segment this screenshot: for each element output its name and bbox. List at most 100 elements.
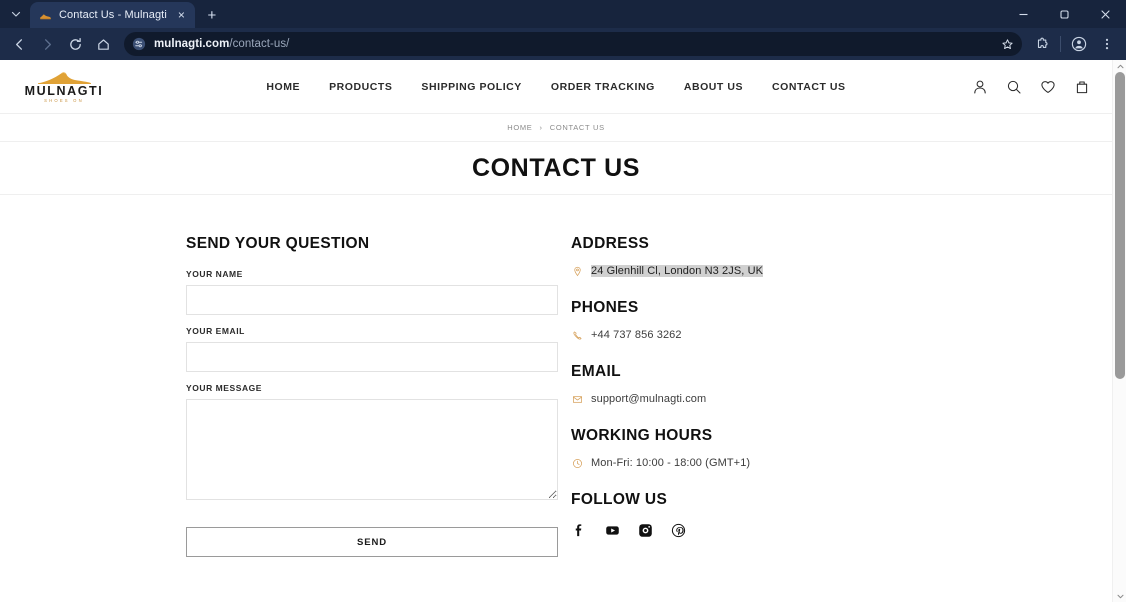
profile-button[interactable] (1066, 31, 1092, 57)
nav-item-products[interactable]: PRODUCTS (329, 81, 392, 93)
phone-icon (571, 329, 583, 341)
scroll-up-arrow[interactable] (1113, 60, 1126, 72)
new-tab-button[interactable]: + (200, 3, 224, 27)
browser-toolbar: mulnagti.com/contact-us/ (0, 28, 1126, 60)
nav-item-order-tracking[interactable]: ORDER TRACKING (551, 81, 655, 93)
home-button[interactable] (90, 31, 116, 57)
site-logo[interactable]: MULNAGTI SHOES ON (22, 70, 106, 103)
chevron-down-icon (11, 11, 21, 17)
address-bar[interactable]: mulnagti.com/contact-us/ (124, 32, 1022, 56)
browser-menu-button[interactable] (1094, 31, 1120, 57)
email-text[interactable]: support@mulnagti.com (591, 393, 706, 405)
back-arrow-icon (15, 38, 22, 50)
send-button[interactable]: SEND (186, 527, 558, 557)
scrollbar-thumb[interactable] (1115, 72, 1125, 379)
facebook-icon[interactable] (571, 522, 587, 538)
bookmark-star-button[interactable] (996, 33, 1018, 55)
envelope-icon (571, 393, 583, 405)
clock-icon (571, 457, 583, 469)
address-text: 24 Glenhill Cl, London N3 2JS, UK (591, 265, 764, 277)
working-hours-heading: WORKING HOURS (571, 427, 713, 444)
window-minimize-button[interactable] (1003, 0, 1044, 28)
page-title-band: CONTACT US (0, 142, 1112, 195)
address-row: 24 Glenhill Cl, London N3 2JS, UK (571, 265, 901, 277)
main-navigation: HOME PRODUCTS SHIPPING POLICY ORDER TRAC… (0, 81, 1112, 93)
star-icon (1001, 38, 1013, 49)
wishlist-heart-icon[interactable] (1039, 78, 1056, 95)
browser-tab[interactable]: Contact Us - Mulnagti × (30, 2, 195, 28)
shopping-bag-icon[interactable] (1073, 78, 1090, 95)
site-header: MULNAGTI SHOES ON HOME PRODUCTS SHIPPING… (0, 60, 1112, 114)
tab-title: Contact Us - Mulnagti (59, 9, 167, 21)
nav-item-shipping-policy[interactable]: SHIPPING POLICY (421, 81, 521, 93)
email-heading: EMAIL (571, 363, 621, 380)
breadcrumb-home[interactable]: HOME (507, 123, 532, 132)
working-hours-row: Mon-Fri: 10:00 - 18:00 (GMT+1) (571, 457, 901, 469)
window-maximize-button[interactable] (1044, 0, 1085, 28)
your-name-input[interactable] (186, 285, 558, 315)
social-links (571, 522, 901, 538)
field-group-message: YOUR MESSAGE (186, 383, 558, 500)
url-domain: mulnagti.com (154, 38, 230, 50)
account-icon[interactable] (971, 78, 988, 95)
window-close-button[interactable] (1085, 0, 1126, 28)
url-path: /contact-us/ (229, 38, 290, 50)
follow-us-block: FOLLOW US (571, 491, 901, 538)
forward-button[interactable] (34, 31, 60, 57)
phone-text[interactable]: +44 737 856 3262 (591, 329, 682, 341)
instagram-icon[interactable] (637, 522, 653, 538)
field-group-name: YOUR NAME (186, 269, 558, 315)
minimize-icon (1019, 13, 1028, 15)
your-email-label: YOUR EMAIL (186, 326, 245, 336)
scroll-down-arrow[interactable] (1113, 590, 1126, 602)
close-icon (1101, 9, 1110, 19)
url-text: mulnagti.com/contact-us/ (154, 38, 989, 50)
header-icon-group (971, 78, 1090, 95)
your-message-textarea[interactable] (186, 399, 558, 500)
shoe-favicon (39, 9, 52, 22)
reload-icon (69, 37, 81, 50)
breadcrumb-current: CONTACT US (549, 123, 605, 132)
chevron-up-icon (1117, 64, 1123, 68)
youtube-icon[interactable] (604, 522, 620, 538)
working-hours-text: Mon-Fri: 10:00 - 18:00 (GMT+1) (591, 457, 751, 469)
email-block: EMAIL support@mulnagti.com (571, 363, 901, 405)
map-pin-icon (571, 265, 583, 277)
your-message-label: YOUR MESSAGE (186, 383, 263, 393)
three-dot-menu-icon (1105, 38, 1109, 50)
site-settings-icon[interactable] (131, 36, 147, 52)
maximize-icon (1060, 9, 1069, 19)
page-content: SEND YOUR QUESTION YOUR NAME YOUR EMAIL … (0, 195, 1112, 557)
follow-us-heading: FOLLOW US (571, 491, 668, 508)
forward-arrow-icon (44, 38, 51, 50)
nav-item-contact-us[interactable]: CONTACT US (772, 81, 846, 93)
chevron-down-icon (1117, 594, 1123, 598)
extensions-button[interactable] (1029, 31, 1055, 57)
page-viewport: MULNAGTI SHOES ON HOME PRODUCTS SHIPPING… (0, 60, 1126, 602)
browser-window: Contact Us - Mulnagti × + mulnagti.com/c… (0, 0, 1126, 602)
reload-button[interactable] (62, 31, 88, 57)
tab-strip: Contact Us - Mulnagti × + (0, 0, 1126, 28)
profile-avatar-icon (1071, 36, 1087, 52)
nav-item-about-us[interactable]: ABOUT US (684, 81, 743, 93)
pinterest-icon[interactable] (670, 522, 686, 538)
search-icon[interactable] (1005, 78, 1022, 95)
breadcrumb-separator: › (539, 123, 543, 132)
phones-heading: PHONES (571, 299, 639, 316)
tab-close-button[interactable]: × (174, 8, 189, 23)
breadcrumb: HOME › CONTACT US (0, 114, 1112, 142)
page-scrollbar[interactable] (1112, 60, 1126, 602)
phone-row: +44 737 856 3262 (571, 329, 901, 341)
phones-block: PHONES +44 737 856 3262 (571, 299, 901, 341)
address-block: ADDRESS 24 Glenhill Cl, London N3 2JS, U… (571, 235, 901, 277)
back-button[interactable] (6, 31, 32, 57)
your-email-input[interactable] (186, 342, 558, 372)
contact-info-column: ADDRESS 24 Glenhill Cl, London N3 2JS, U… (571, 235, 901, 557)
nav-item-home[interactable]: HOME (266, 81, 300, 93)
form-heading: SEND YOUR QUESTION (186, 235, 370, 252)
logo-wordmark: MULNAGTI (24, 83, 104, 98)
address-heading: ADDRESS (571, 235, 650, 252)
window-controls (1003, 0, 1126, 28)
email-row: support@mulnagti.com (571, 393, 901, 405)
tab-search-button[interactable] (4, 2, 28, 26)
